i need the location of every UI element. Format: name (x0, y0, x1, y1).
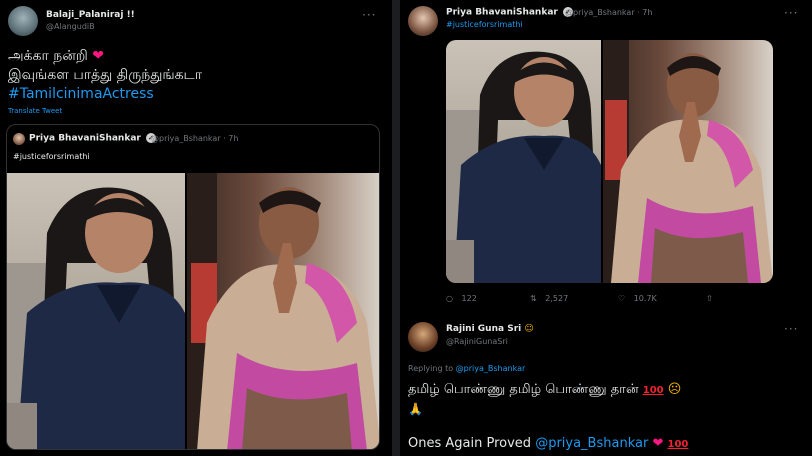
author-name[interactable]: Priya BhavaniShankar ✓ (446, 7, 573, 18)
author-handle[interactable]: @priya_Bshankar · 7h (565, 8, 652, 17)
replying-to: Replying to @priya_Bshankar (408, 364, 525, 373)
retweet-count: 2,527 (545, 294, 569, 303)
student-figure (446, 51, 601, 283)
hashtag-link[interactable]: #justiceforsrimathi (446, 20, 523, 29)
quote-hashtag-link[interactable]: #justiceforsrimathi (13, 152, 90, 161)
reply-author-name-text: Rajini Guna Sri (446, 324, 522, 334)
hundred-points-icon: 100 (667, 439, 689, 450)
like-icon: ♡ (618, 294, 626, 303)
quote-author-name[interactable]: Priya BhavaniShankar ✓ (29, 133, 156, 144)
student-photo[interactable] (7, 173, 185, 449)
mother-figure (187, 173, 379, 449)
tweet-line-1: அக்கா நன்றி ❤ (8, 48, 104, 66)
student-figure (7, 187, 185, 449)
quote-handle-text: @priya_Bshankar (151, 134, 221, 143)
mention-link[interactable]: @priya_Bshankar (535, 436, 648, 451)
share-icon: ⇧ (706, 294, 713, 303)
smiling-face-hearts-icon: ☺ (524, 324, 534, 334)
reply-author-name[interactable]: Rajini Guna Sri ☺ (446, 324, 534, 334)
retweet-icon: ⇅ (530, 294, 537, 303)
share-action[interactable]: ⇧ (706, 294, 713, 303)
red-heart-icon: ❤ (652, 436, 664, 451)
reply-author-avatar[interactable] (408, 322, 438, 352)
quote-time: · 7h (223, 134, 239, 143)
quote-author-avatar (13, 133, 25, 145)
hashtag-link[interactable]: #TamilcinimaActress (8, 86, 154, 102)
mother-photo[interactable] (187, 173, 379, 449)
replying-to-label: Replying to (408, 364, 454, 373)
panel-divider (392, 0, 400, 456)
reply-icon: ○ (446, 294, 453, 303)
mother-figure (603, 40, 773, 283)
more-options-icon[interactable]: ··· (784, 323, 798, 335)
left-tweet-panel: Balaji_Palaniraj !! @AlangudiB ··· அக்கா… (0, 0, 392, 456)
reply-line-2: Ones Again Proved @priya_Bshankar ❤ 100 (408, 436, 688, 451)
reply-count: 122 (461, 294, 477, 303)
hundred-points-icon: 100 (642, 385, 664, 396)
folded-hands-icon: 🙏 (408, 402, 423, 416)
red-heart-icon: ❤ (92, 48, 105, 64)
like-action[interactable]: ♡ 10.7K (618, 294, 657, 303)
more-options-icon[interactable]: ··· (784, 7, 798, 19)
more-options-icon[interactable]: ··· (362, 9, 376, 21)
crying-face-icon: ☹ (667, 382, 682, 397)
reply-action[interactable]: ○ 122 (446, 294, 477, 303)
quote-author-name-text: Priya BhavaniShankar (29, 133, 141, 144)
author-avatar[interactable] (408, 6, 438, 36)
translate-tweet-link[interactable]: Translate Tweet (8, 107, 62, 115)
tweet-line-2: இவுங்கள பாத்து திருந்துங்கடா (8, 67, 203, 83)
author-name[interactable]: Balaji_Palaniraj !! (46, 10, 135, 20)
replying-to-handle-link[interactable]: @priya_Bshankar (456, 364, 526, 373)
reply-line-1-text: தமிழ் பொண்ணு தமிழ் பொண்ணு தான் (408, 382, 639, 397)
quoted-tweet-card[interactable]: Priya BhavaniShankar ✓ @priya_Bshankar ·… (6, 124, 380, 450)
quote-author-handle: @priya_Bshankar · 7h (151, 134, 238, 143)
author-avatar[interactable] (8, 6, 38, 36)
student-photo[interactable] (446, 40, 601, 283)
tweet-line-1-text: அக்கா நன்றி (8, 48, 88, 64)
retweet-action[interactable]: ⇅ 2,527 (530, 294, 568, 303)
author-handle[interactable]: @AlangudiB (46, 22, 95, 31)
reply-line-1: தமிழ் பொண்ணு தமிழ் பொண்ணு தான் 100 ☹ (408, 382, 681, 398)
mother-photo[interactable] (603, 40, 773, 283)
reply-author-handle[interactable]: @RajiniGunaSri (446, 337, 508, 346)
right-tweet-panel: Priya BhavaniShankar ✓ @priya_Bshankar ·… (400, 0, 812, 456)
like-count: 10.7K (633, 294, 657, 303)
reply-line-2-text: Ones Again Proved (408, 436, 532, 451)
author-name-text: Priya BhavaniShankar (446, 7, 558, 18)
